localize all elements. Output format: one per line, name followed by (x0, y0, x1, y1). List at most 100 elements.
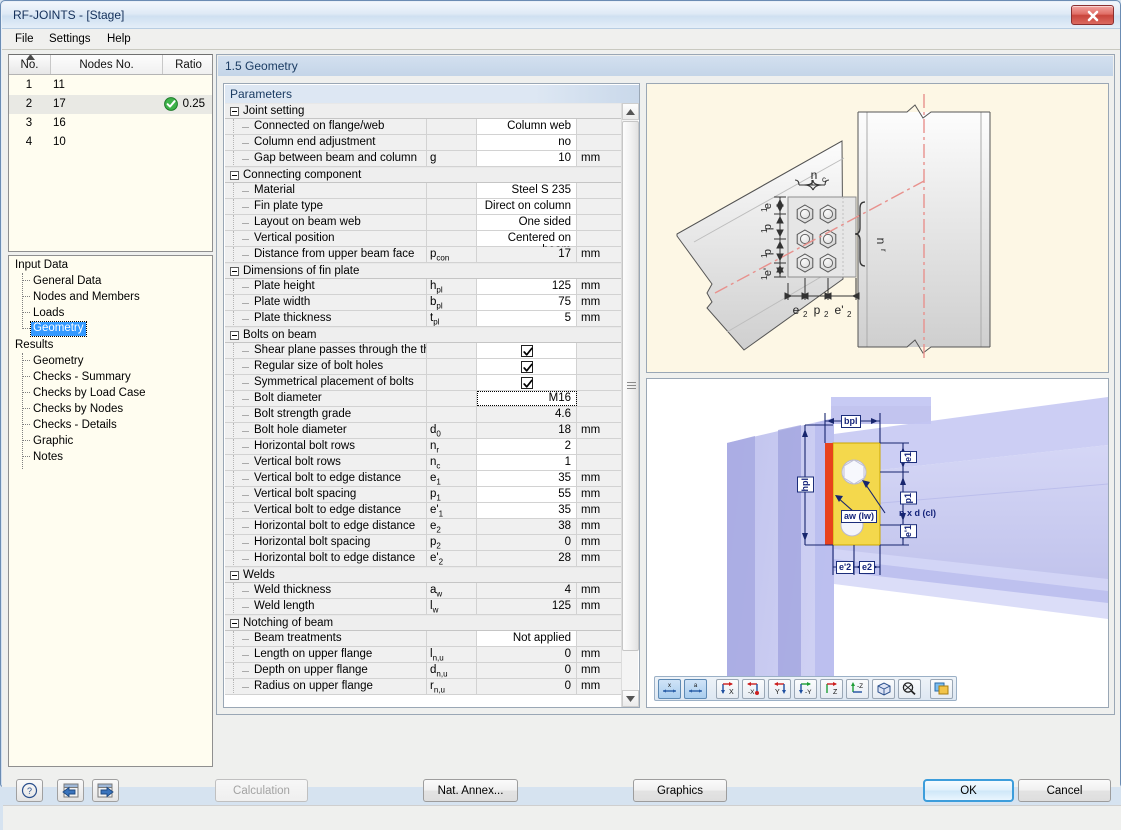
parameter-value[interactable]: 28 (477, 551, 577, 566)
parameter-value[interactable]: no (477, 135, 577, 150)
collapse-toggle-icon[interactable] (230, 331, 239, 340)
scroll-thumb[interactable] (622, 121, 639, 651)
parameter-value[interactable]: Steel S 235 (477, 183, 577, 198)
parameter-row[interactable]: Fin plate type Direct on column (225, 199, 623, 215)
parameter-row[interactable]: Beam treatments Not applied (225, 631, 623, 647)
parameter-row[interactable]: Distance from upper beam face pcon 17 mm (225, 247, 623, 263)
parameter-row[interactable]: Bolt strength grade 4.6 (225, 407, 623, 423)
collapse-toggle-icon[interactable] (230, 107, 239, 116)
parameter-row[interactable]: Vertical bolt to edge distance e1 35 mm (225, 471, 623, 487)
view-minus-y-button[interactable]: -Y (794, 678, 817, 699)
table-row[interactable]: 3 16 (9, 114, 212, 133)
parameter-row[interactable]: Layout on beam web One sided (225, 215, 623, 231)
view-z-button[interactable]: Z (820, 678, 843, 699)
view-x-button[interactable]: X (716, 678, 739, 699)
parameter-value[interactable]: 125 (477, 279, 577, 294)
parameter-row[interactable]: Connected on flange/web Column web (225, 119, 623, 135)
parameter-row[interactable]: Length on upper flange ln,u 0 mm (225, 647, 623, 663)
parameter-value[interactable]: 75 (477, 295, 577, 310)
col-header-ratio[interactable]: Ratio (163, 55, 212, 74)
parameter-row[interactable]: Horizontal bolt spacing p2 0 mm (225, 535, 623, 551)
sidebar-item-checks-details[interactable]: Checks - Details (33, 419, 117, 433)
parameter-row[interactable]: Shear plane passes through the thre (225, 343, 623, 359)
sidebar-item-loads[interactable]: Loads (33, 307, 64, 321)
parameter-row[interactable]: Horizontal bolt to edge distance e'2 28 mm (225, 551, 623, 567)
menu-help[interactable]: Help (100, 32, 138, 48)
parameter-row[interactable]: Bolt hole diameter d0 18 mm (225, 423, 623, 439)
parameter-value[interactable]: One sided (477, 215, 577, 230)
parameter-row[interactable]: Material Steel S 235 (225, 183, 623, 199)
table-row[interactable]: 4 10 (9, 133, 212, 152)
collapse-toggle-icon[interactable] (230, 267, 239, 276)
table-row[interactable]: 2 17 0.25 (9, 95, 212, 114)
sidebar-item-graphic[interactable]: Graphic (33, 435, 73, 449)
parameter-row[interactable]: Horizontal bolt to edge distance e2 38 mm (225, 519, 623, 535)
previous-button[interactable] (57, 779, 84, 802)
parameter-value[interactable]: Not applied (477, 631, 577, 646)
parameter-group-header[interactable]: Connecting component (225, 167, 623, 183)
sidebar-item-geometry-input[interactable]: Geometry (30, 321, 87, 337)
isometric-view-button[interactable] (872, 678, 895, 699)
parameter-value[interactable]: 38 (477, 519, 577, 534)
view-minus-z-button[interactable]: -Z (846, 678, 869, 699)
parameter-value[interactable]: M16 (477, 391, 577, 406)
view-y-button[interactable]: Y (768, 678, 791, 699)
collapse-toggle-icon[interactable] (230, 571, 239, 580)
close-button[interactable] (1071, 5, 1114, 25)
parameter-value[interactable]: 0 (477, 663, 577, 678)
parameter-row[interactable]: Horizontal bolt rows nr 2 (225, 439, 623, 455)
sidebar-item-notes[interactable]: Notes (33, 451, 63, 465)
tree-group-results[interactable]: Results (15, 339, 53, 351)
parameter-row[interactable]: Weld length lw 125 mm (225, 599, 623, 615)
zoom-all-button[interactable] (898, 678, 921, 699)
parameter-row[interactable]: Gap between beam and column g 10 mm (225, 151, 623, 167)
parameter-value[interactable]: 4 (477, 583, 577, 598)
scroll-down-button[interactable] (622, 690, 639, 707)
parameter-group-header[interactable]: Dimensions of fin plate (225, 263, 623, 279)
parameter-value[interactable]: 35 (477, 471, 577, 486)
dimension-x-button[interactable]: x (658, 678, 681, 699)
checkbox[interactable] (520, 345, 533, 357)
parameters-scrollbar[interactable] (621, 103, 639, 707)
menu-settings[interactable]: Settings (42, 32, 98, 48)
view-minus-x-button[interactable]: -X (742, 678, 765, 699)
col-header-nodes[interactable]: Nodes No. (51, 55, 163, 74)
dimension-a-button[interactable]: a (684, 678, 707, 699)
parameter-value[interactable]: 4.6 (477, 407, 577, 422)
parameter-value[interactable]: 35 (477, 503, 577, 518)
calculation-button[interactable]: Calculation (215, 779, 308, 802)
parameter-row[interactable]: Weld thickness aw 4 mm (225, 583, 623, 599)
parameter-row[interactable]: Radius on upper flange rn,u 0 mm (225, 679, 623, 695)
sidebar-item-general-data[interactable]: General Data (33, 275, 101, 289)
parameter-value[interactable]: Column web (477, 119, 577, 134)
parameter-value[interactable]: 18 (477, 423, 577, 438)
parameter-value[interactable]: 0 (477, 535, 577, 550)
help-button[interactable]: ? (16, 779, 43, 802)
menu-file[interactable]: File (8, 32, 41, 48)
parameter-value[interactable]: 5 (477, 311, 577, 326)
parameter-row[interactable]: Vertical position Centered on beam (225, 231, 623, 256)
graphics-button[interactable]: Graphics (633, 779, 727, 802)
parameter-row[interactable]: Regular size of bolt holes (225, 359, 623, 375)
parameter-value[interactable]: 55 (477, 487, 577, 502)
parameter-value[interactable]: 0 (477, 679, 577, 694)
cancel-button[interactable]: Cancel (1018, 779, 1111, 802)
nat-annex-button[interactable]: Nat. Annex... (423, 779, 518, 802)
col-header-no[interactable]: No. (9, 55, 51, 74)
parameter-value[interactable]: 1 (477, 455, 577, 470)
sidebar-item-checks-summary[interactable]: Checks - Summary (33, 371, 131, 385)
parameter-value[interactable]: 2 (477, 439, 577, 454)
sidebar-item-checks-by-nodes[interactable]: Checks by Nodes (33, 403, 123, 417)
sidebar-item-checks-by-load-case[interactable]: Checks by Load Case (33, 387, 146, 401)
parameter-value[interactable] (477, 375, 577, 390)
checkbox[interactable] (520, 361, 533, 373)
parameter-value[interactable] (477, 359, 577, 374)
parameter-row[interactable]: Plate thickness tpl 5 mm (225, 311, 623, 327)
parameter-group-header[interactable]: Bolts on beam (225, 327, 623, 343)
collapse-toggle-icon[interactable] (230, 619, 239, 628)
scroll-up-button[interactable] (622, 103, 639, 120)
parameter-value[interactable]: 10 (477, 151, 577, 166)
sidebar-item-geometry-results[interactable]: Geometry (33, 355, 84, 369)
next-button[interactable] (92, 779, 119, 802)
parameter-row[interactable]: Vertical bolt to edge distance e'1 35 mm (225, 503, 623, 519)
